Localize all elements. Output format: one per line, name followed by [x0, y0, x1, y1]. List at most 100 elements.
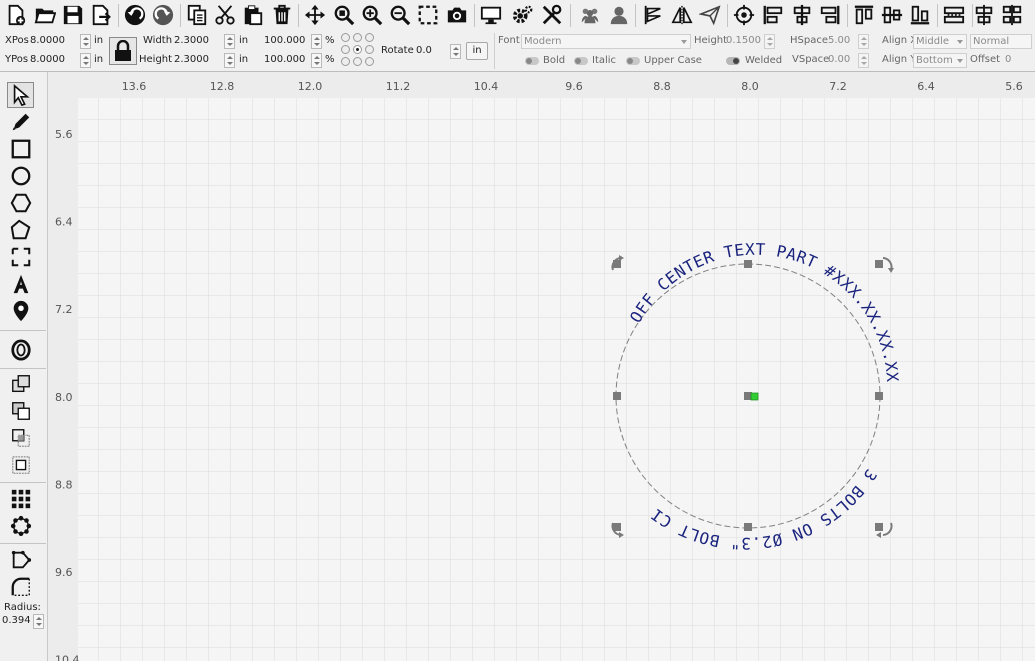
align-right-icon[interactable]: [818, 3, 842, 27]
zoom-selection-icon[interactable]: [416, 3, 440, 27]
handle-middle-left[interactable]: [613, 392, 621, 400]
anchor-top-right[interactable]: [365, 33, 374, 42]
anchor-top-left[interactable]: [341, 33, 350, 42]
upper-case-toggle[interactable]: [626, 57, 640, 65]
hspace-stepper[interactable]: [858, 34, 869, 49]
redo-icon[interactable]: [151, 3, 175, 27]
pentagon-tool[interactable]: [7, 217, 34, 243]
cut-icon[interactable]: [213, 3, 237, 27]
settings-icon[interactable]: [511, 3, 535, 27]
import-icon[interactable]: [89, 3, 113, 27]
align-top-icon[interactable]: [852, 3, 876, 27]
lock-aspect-button[interactable]: [109, 37, 137, 65]
boolean-union-tool[interactable]: [7, 371, 34, 397]
align-horizontal-icon[interactable]: [972, 3, 996, 27]
dock-center-icon[interactable]: [1000, 3, 1024, 27]
move-icon[interactable]: [303, 3, 327, 27]
radius-field[interactable]: 0.394: [0, 614, 33, 629]
vspace-stepper[interactable]: [858, 53, 869, 68]
align-y-select[interactable]: Bottom: [913, 53, 967, 68]
corner-radius-tool[interactable]: [7, 574, 34, 600]
ellipse-tool[interactable]: [7, 163, 34, 189]
height-field[interactable]: 2.3000: [172, 53, 222, 68]
handle-top-center[interactable]: [744, 260, 752, 268]
camera-icon[interactable]: [445, 3, 469, 27]
xpos-stepper[interactable]: [80, 34, 91, 49]
rotate-stepper[interactable]: [450, 44, 461, 59]
node-edit-tool[interactable]: [7, 547, 34, 573]
anchor-center[interactable]: [353, 45, 362, 54]
align-middle-icon[interactable]: [880, 3, 904, 27]
width-field[interactable]: 2.3000: [172, 34, 222, 49]
text-height-stepper[interactable]: [764, 34, 775, 49]
handle-middle-right[interactable]: [875, 392, 883, 400]
welded-toggle[interactable]: [726, 57, 740, 65]
design-canvas[interactable]: 13.6 12.8 12.0 11.2 10.4 9.6 8.8 8.0 7.2 6.4 5.6 5…: [48, 72, 1035, 661]
mirror-icon[interactable]: [670, 3, 694, 27]
align-x-select[interactable]: Middle: [913, 34, 967, 49]
offset-field[interactable]: 0: [1003, 53, 1027, 68]
anchor-top-center[interactable]: [353, 33, 362, 42]
boolean-intersect-tool[interactable]: [7, 425, 34, 451]
new-file-icon[interactable]: [4, 3, 28, 27]
distribute-icon[interactable]: [641, 3, 665, 27]
boolean-subtract-tool[interactable]: [7, 398, 34, 424]
align-bottom-icon[interactable]: [908, 3, 932, 27]
anchor-middle-right[interactable]: [365, 45, 374, 54]
font-select[interactable]: Modern: [521, 34, 691, 49]
vspace-field[interactable]: 0.00: [826, 53, 856, 68]
tools-icon[interactable]: [540, 3, 564, 27]
scale-x-field[interactable]: 100.000: [262, 34, 310, 49]
copy-icon[interactable]: [185, 3, 209, 27]
rectangle-tool[interactable]: [7, 136, 34, 162]
handle-bottom-right[interactable]: [875, 523, 883, 531]
polygon-tool[interactable]: [7, 190, 34, 216]
rotate-unit-button[interactable]: in: [466, 42, 488, 60]
grid-array-tool[interactable]: [7, 486, 34, 512]
zoom-out-icon[interactable]: [388, 3, 412, 27]
handle-bottom-center[interactable]: [744, 523, 752, 531]
position-pin-tool[interactable]: [7, 298, 34, 324]
anchor-bottom-center[interactable]: [353, 57, 362, 66]
send-icon[interactable]: [698, 3, 722, 27]
dock-left-icon[interactable]: [942, 3, 966, 27]
zoom-in-icon[interactable]: [360, 3, 384, 27]
align-center-icon[interactable]: [790, 3, 814, 27]
rotation-center-marker[interactable]: [750, 392, 759, 401]
undo-icon[interactable]: [123, 3, 147, 27]
ypos-stepper[interactable]: [80, 53, 91, 68]
offset-tool[interactable]: [7, 337, 34, 363]
anchor-bottom-right[interactable]: [365, 57, 374, 66]
text-height-field[interactable]: 0.1500: [724, 34, 762, 49]
scale-y-field[interactable]: 100.000: [262, 53, 310, 68]
users-icon[interactable]: [578, 3, 602, 27]
scale-y-stepper[interactable]: [311, 53, 322, 68]
anchor-bottom-left[interactable]: [341, 57, 350, 66]
bold-toggle[interactable]: [525, 57, 539, 65]
handle-top-right[interactable]: [875, 260, 883, 268]
italic-toggle[interactable]: [574, 57, 588, 65]
width-stepper[interactable]: [224, 34, 235, 49]
align-left-icon[interactable]: [761, 3, 785, 27]
hspace-field[interactable]: 5.00: [826, 34, 856, 49]
rotate-field[interactable]: 0.0: [414, 44, 448, 59]
paste-icon[interactable]: [241, 3, 265, 27]
monitor-icon[interactable]: [479, 3, 503, 27]
text-tool[interactable]: [7, 271, 34, 297]
save-icon[interactable]: [61, 3, 85, 27]
frame-tool[interactable]: [7, 244, 34, 270]
scale-x-stepper[interactable]: [311, 34, 322, 49]
pencil-tool[interactable]: [7, 109, 34, 135]
anchor-middle-left[interactable]: [341, 45, 350, 54]
boolean-weld-tool[interactable]: [7, 452, 34, 478]
user-icon[interactable]: [607, 3, 631, 27]
radius-stepper[interactable]: [33, 614, 44, 629]
xpos-field[interactable]: 8.0000: [28, 34, 78, 49]
zoom-area-icon[interactable]: [332, 3, 356, 27]
target-icon[interactable]: [732, 3, 756, 27]
delete-icon[interactable]: [270, 3, 294, 27]
ypos-field[interactable]: 8.0000: [28, 53, 78, 68]
circular-array-tool[interactable]: [7, 513, 34, 539]
text-mode-select[interactable]: Normal: [970, 34, 1032, 49]
select-tool[interactable]: [7, 82, 34, 108]
